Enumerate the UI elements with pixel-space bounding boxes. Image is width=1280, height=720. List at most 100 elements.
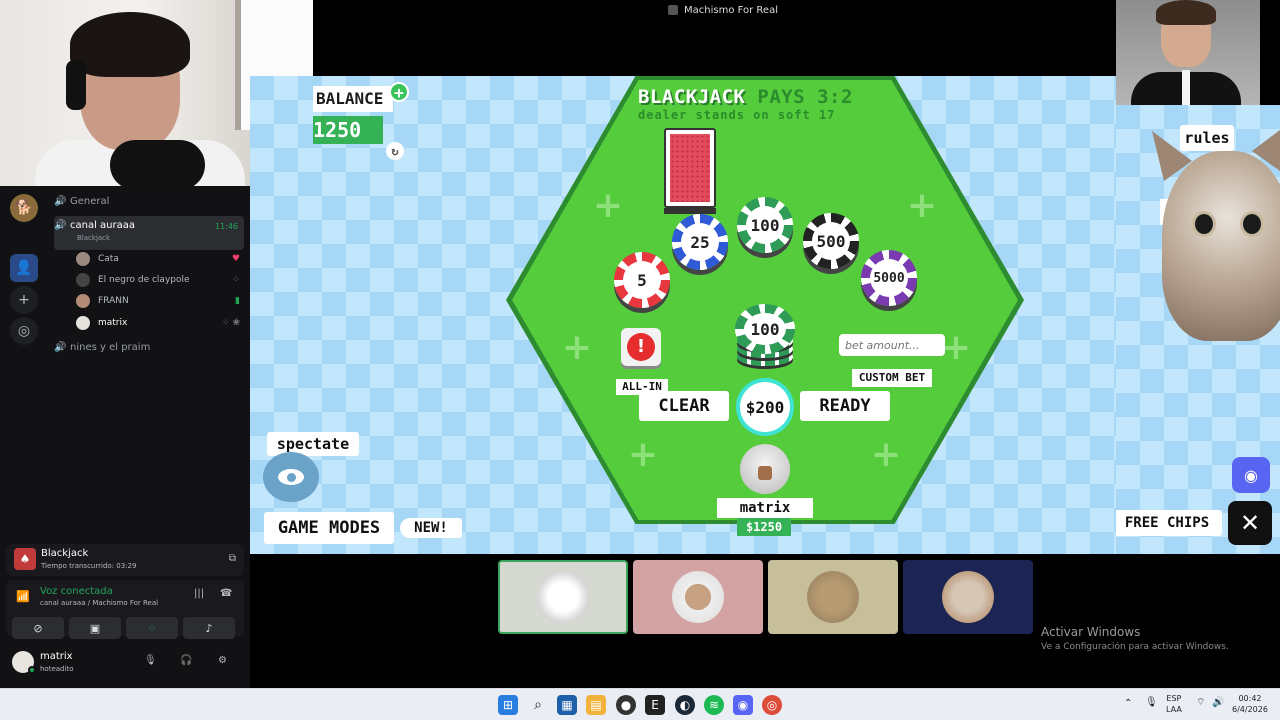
- app-icon: [668, 5, 678, 15]
- refresh-icon[interactable]: ↻: [386, 142, 404, 160]
- settings-gear-icon[interactable]: ⚙: [218, 655, 227, 666]
- store-icon[interactable]: ▦: [557, 695, 577, 715]
- title-blackjack: BLACKJACK: [638, 86, 746, 108]
- avatar: [76, 252, 90, 266]
- bet-total-chip: $200: [736, 378, 794, 436]
- ready-button[interactable]: READY: [800, 391, 890, 421]
- activity-card[interactable]: ♠ Blackjack Tiempo transcurrido: 03:29 ⧉: [6, 544, 244, 576]
- member-name: Cata: [98, 254, 119, 264]
- channel-nines[interactable]: 🔊 nines y el praim: [54, 342, 244, 353]
- voice-member[interactable]: El negro de claypole ⁘: [76, 273, 246, 287]
- screen-share-button[interactable]: ▣: [69, 617, 121, 639]
- channel-label: nines y el praim: [70, 342, 151, 353]
- activation-watermark-text: Ve a Configuración para activar Windows.: [1041, 642, 1229, 652]
- channel-label: General: [70, 196, 110, 207]
- camera-off-icon: ⊘: [33, 621, 43, 635]
- microphone-icon[interactable]: 🎙: [144, 655, 157, 666]
- volume-icon[interactable]: 🔊: [1212, 697, 1224, 708]
- player-balance: $1250: [737, 518, 791, 536]
- clock[interactable]: 00:42 6/4/2026: [1232, 693, 1268, 715]
- join-seat-plus-icon[interactable]: +: [866, 435, 906, 475]
- discord-taskbar-icon[interactable]: ◉: [733, 695, 753, 715]
- participant-tile[interactable]: [633, 560, 763, 634]
- language-indicator[interactable]: ESP LAA: [1166, 693, 1182, 715]
- spectate-button[interactable]: [263, 452, 319, 502]
- chip-label: 5000: [870, 259, 908, 297]
- channel-canal-auraaa[interactable]: 🔊 canal auraaa Blackjack 11:46: [54, 216, 244, 250]
- discord-icon[interactable]: ◉: [1232, 457, 1270, 493]
- x-social-icon[interactable]: ✕: [1228, 501, 1272, 545]
- voice-member[interactable]: FRANN ▮: [76, 294, 246, 308]
- chip-100[interactable]: 100: [737, 197, 793, 253]
- avatar: [672, 571, 724, 623]
- voice-member[interactable]: matrix ⁘ ❀: [76, 316, 246, 330]
- server-icon[interactable]: 👤: [10, 254, 38, 282]
- avatar: [942, 571, 994, 623]
- game-modes-button[interactable]: GAME MODES: [264, 512, 394, 544]
- free-chips-button[interactable]: FREE CHIPS: [1116, 510, 1222, 536]
- heart-icon: ♥: [231, 254, 240, 264]
- chip-label: 5: [623, 261, 661, 299]
- discord-panel: 🐕 👤 + ◎ 🔊 General 🔊 canal auraaa Blackjack…: [0, 186, 250, 688]
- file-explorer-icon[interactable]: ▤: [586, 695, 606, 715]
- participant-tile[interactable]: [903, 560, 1033, 634]
- soundboard-button[interactable]: ♪: [183, 617, 235, 639]
- online-status-dot: [28, 666, 36, 674]
- chevron-up-icon[interactable]: ⌃: [1124, 698, 1132, 709]
- clear-button[interactable]: CLEAR: [639, 391, 729, 421]
- game-canvas-right: re rules ◉ FREE CHIPS ✕: [1116, 105, 1280, 554]
- join-seat-plus-icon[interactable]: +: [557, 328, 597, 368]
- activities-button[interactable]: ⁘: [126, 617, 178, 639]
- wifi-icon[interactable]: ⌔: [1196, 697, 1205, 708]
- popout-icon[interactable]: ⧉: [229, 553, 236, 564]
- camera-off-button[interactable]: ⊘: [12, 617, 64, 639]
- windows-start-icon[interactable]: ⊞: [498, 695, 518, 715]
- player-name: matrix: [717, 498, 813, 518]
- app-icon[interactable]: ●: [616, 695, 636, 715]
- add-balance-icon[interactable]: +: [389, 82, 409, 102]
- headphones-icon[interactable]: 🎧: [180, 655, 192, 666]
- join-seat-plus-icon[interactable]: +: [902, 186, 942, 226]
- blackjack-app-icon: ♠: [14, 548, 36, 570]
- table-title: BLACKJACK PAYS 3:2: [638, 86, 898, 108]
- search-icon[interactable]: ⌕: [528, 695, 548, 715]
- chip-500[interactable]: 500: [803, 213, 859, 269]
- channel-activity: Blackjack: [77, 234, 111, 242]
- epic-games-icon[interactable]: E: [645, 695, 665, 715]
- activation-watermark-title: Activar Windows: [1041, 625, 1141, 639]
- add-server-icon[interactable]: +: [10, 286, 38, 314]
- bet-amount-input[interactable]: [839, 334, 945, 356]
- clock-date: 6/4/2026: [1232, 705, 1268, 714]
- window-title-bar: Machismo For Real: [313, 0, 1133, 22]
- chip-25[interactable]: 25: [672, 214, 728, 270]
- channel-general[interactable]: 🔊 General: [54, 196, 244, 207]
- steam-icon[interactable]: ◐: [675, 695, 695, 715]
- activity-title: Blackjack: [41, 548, 89, 559]
- speaker-icon: 🔊: [54, 220, 67, 231]
- join-seat-plus-icon[interactable]: +: [588, 186, 628, 226]
- chip-5[interactable]: 5: [614, 252, 670, 308]
- disconnect-icon[interactable]: ☎: [220, 588, 232, 599]
- participant-tile[interactable]: [498, 560, 628, 634]
- microphone-tray-icon[interactable]: 🎙: [1145, 697, 1158, 708]
- speaker-icon: 🔊: [54, 196, 67, 207]
- join-seat-plus-icon[interactable]: +: [623, 435, 663, 475]
- discover-icon[interactable]: ◎: [10, 317, 38, 345]
- member-name: El negro de claypole: [98, 275, 190, 285]
- voice-location: canal auraaa / Machismo For Real: [40, 599, 159, 607]
- speaker-icon: 🔊: [54, 342, 67, 353]
- card-deck: [664, 128, 716, 214]
- server-icon[interactable]: 🐕: [10, 194, 38, 222]
- chip-label: 500: [812, 222, 850, 260]
- chip-label: 25: [681, 223, 719, 261]
- chip-5000[interactable]: 5000: [861, 250, 917, 306]
- chrome-icon[interactable]: ◎: [762, 695, 782, 715]
- participant-tile[interactable]: [768, 560, 898, 634]
- noise-suppression-icon[interactable]: |||: [194, 588, 204, 599]
- bet-chip-stack[interactable]: 100: [735, 304, 795, 370]
- all-in-button[interactable]: !: [621, 328, 661, 366]
- spotify-icon[interactable]: ≋: [704, 695, 724, 715]
- rules-button[interactable]: rules: [1180, 125, 1234, 151]
- voice-member[interactable]: Cata ♥: [76, 252, 246, 266]
- signal-icon[interactable]: 📶: [16, 590, 30, 603]
